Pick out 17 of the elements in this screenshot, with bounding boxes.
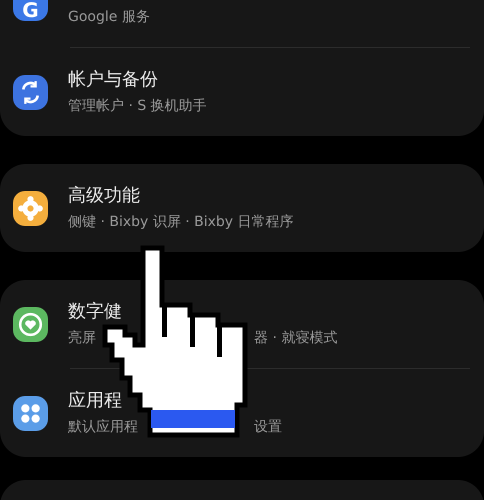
setting-subtitle: Google 服务 [68, 8, 150, 27]
settings-row[interactable]: 应用程 默认应用程 设置 [0, 369, 484, 457]
setting-subtitle: 默认应用程 [68, 418, 138, 437]
setting-subtitle: 侧键 · Bixby 识屏 · Bixby 日常程序 [68, 213, 294, 232]
setting-subtitle: 管理帐户 · S 换机助手 [68, 97, 207, 116]
setting-title: 帐户与备份 [68, 68, 159, 92]
settings-row[interactable]: 帐户与备份 管理帐户 · S 换机助手 [0, 48, 484, 136]
setting-title: 高级功能 [68, 184, 141, 208]
settings-row[interactable]: 数字健 亮屏 器 · 就寝模式 [0, 280, 484, 368]
setting-subtitle: 亮屏 [68, 329, 96, 348]
setting-subtitle: 器 · 就寝模式 [254, 329, 338, 348]
google-icon: G [13, 0, 48, 20]
settings-row[interactable]: G Google 服务 [0, 0, 484, 47]
setting-subtitle: 设置 [254, 418, 282, 437]
settings-row[interactable]: 高级功能 侧键 · Bixby 识屏 · Bixby 日常程序 [0, 164, 484, 252]
setting-title: 应用程 [68, 389, 123, 413]
setting-title: 数字健 [68, 300, 123, 324]
